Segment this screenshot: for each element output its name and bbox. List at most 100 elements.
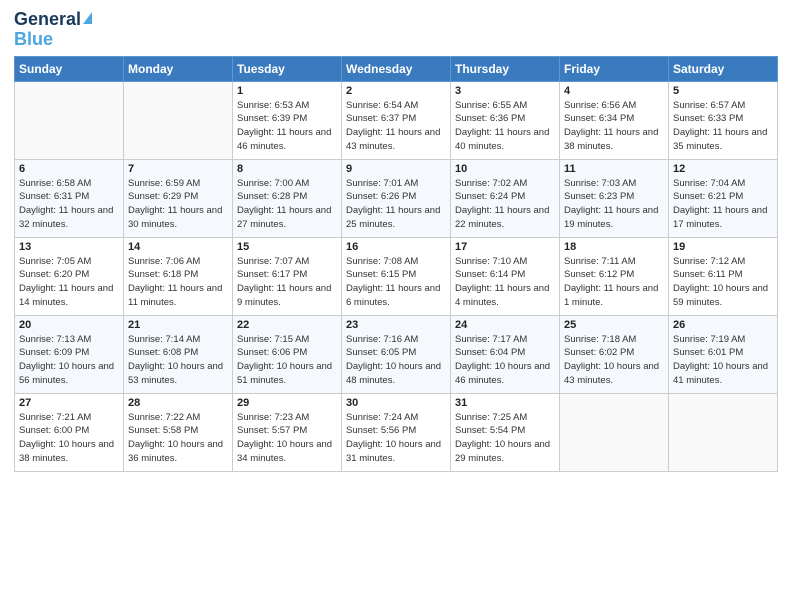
daylight-label: Daylight: 10 hours and 43 minutes. [564, 361, 659, 386]
sunset-label: Sunset: 6:20 PM [19, 269, 89, 280]
calendar-cell: 9 Sunrise: 7:01 AMSunset: 6:26 PMDaylight… [342, 159, 451, 237]
day-info: Sunrise: 7:18 AMSunset: 6:02 PMDaylight:… [564, 333, 664, 388]
sunrise-label: Sunrise: 7:08 AM [346, 256, 418, 267]
sunrise-label: Sunrise: 6:54 AM [346, 100, 418, 111]
day-info: Sunrise: 7:04 AM Sunset: 6:21 PM Daylight:… [673, 177, 773, 232]
sunrise-label: Sunrise: 7:11 AM [564, 256, 636, 267]
daylight-label: Daylight: 11 hours and 25 minutes. [346, 205, 440, 230]
day-number: 8 [237, 163, 337, 175]
logo-triangle-icon [83, 12, 92, 24]
weekday-header-cell: Monday [124, 56, 233, 81]
day-info: Sunrise: 7:10 AMSunset: 6:14 PMDaylight:… [455, 255, 555, 310]
weekday-header-cell: Thursday [451, 56, 560, 81]
daylight-label: Daylight: 10 hours and 36 minutes. [128, 439, 223, 464]
day-info: Sunrise: 7:24 AMSunset: 5:56 PMDaylight:… [346, 411, 446, 466]
calendar-week-row: 1 Sunrise: 6:53 AM Sunset: 6:39 PM Daylight… [15, 81, 778, 159]
sunset-label: Sunset: 5:58 PM [128, 425, 198, 436]
sunset-label: Sunset: 6:14 PM [455, 269, 525, 280]
daylight-label: Daylight: 11 hours and 22 minutes. [455, 205, 549, 230]
day-info: Sunrise: 7:07 AMSunset: 6:17 PMDaylight:… [237, 255, 337, 310]
daylight-label: Daylight: 11 hours and 1 minute. [564, 283, 658, 308]
day-info: Sunrise: 7:15 AMSunset: 6:06 PMDaylight:… [237, 333, 337, 388]
day-info: Sunrise: 7:12 AMSunset: 6:11 PMDaylight:… [673, 255, 773, 310]
calendar-cell: 28 Sunrise: 7:22 AMSunset: 5:58 PMDayligh… [124, 393, 233, 471]
sunset-label: Sunset: 5:54 PM [455, 425, 525, 436]
calendar-week-row: 20Sunrise: 7:13 AMSunset: 6:09 PMDayligh… [15, 315, 778, 393]
day-number: 6 [19, 163, 119, 175]
day-number: 25 [564, 319, 664, 331]
header: General Blue [14, 10, 778, 50]
sunset-label: Sunset: 6:21 PM [673, 191, 743, 202]
sunrise-label: Sunrise: 7:04 AM [673, 178, 745, 189]
calendar-cell: 3Sunrise: 6:55 AMSunset: 6:36 PMDaylight… [451, 81, 560, 159]
calendar-cell: 27 Sunrise: 7:21 AMSunset: 6:00 PMDayligh… [15, 393, 124, 471]
daylight-label: Daylight: 11 hours and 32 minutes. [19, 205, 113, 230]
sunrise-label: Sunrise: 6:53 AM [237, 100, 309, 111]
day-number: 19 [673, 241, 773, 253]
daylight-label: Daylight: 10 hours and 29 minutes. [455, 439, 550, 464]
day-number: 13 [19, 241, 119, 253]
day-number: 27 [19, 397, 119, 409]
day-number: 5 [673, 85, 773, 97]
sunset-label: Sunset: 6:00 PM [19, 425, 89, 436]
weekday-header-cell: Saturday [669, 56, 778, 81]
calendar-cell: 2Sunrise: 6:54 AMSunset: 6:37 PMDaylight… [342, 81, 451, 159]
daylight-label: Daylight: 10 hours and 41 minutes. [673, 361, 768, 386]
calendar-cell: 15 Sunrise: 7:07 AMSunset: 6:17 PMDayligh… [233, 237, 342, 315]
day-info: Sunrise: 7:16 AMSunset: 6:05 PMDaylight:… [346, 333, 446, 388]
sunset-label: Sunset: 6:33 PM [673, 113, 743, 124]
daylight-label: Daylight: 11 hours and 17 minutes. [673, 205, 767, 230]
logo-text-blue: Blue [14, 30, 53, 50]
sunset-label: Sunset: 6:37 PM [346, 113, 416, 124]
day-number: 31 [455, 397, 555, 409]
sunrise-label: Sunrise: 7:00 AM [237, 178, 309, 189]
sunrise-label: Sunrise: 7:05 AM [19, 256, 91, 267]
day-number: 30 [346, 397, 446, 409]
day-number: 28 [128, 397, 228, 409]
day-info: Sunrise: 7:23 AMSunset: 5:57 PMDaylight:… [237, 411, 337, 466]
day-info: Sunrise: 7:08 AMSunset: 6:15 PMDaylight:… [346, 255, 446, 310]
sunset-label: Sunset: 6:05 PM [346, 347, 416, 358]
sunset-label: Sunset: 6:39 PM [237, 113, 307, 124]
sunset-label: Sunset: 6:29 PM [128, 191, 198, 202]
daylight-label: Daylight: 10 hours and 56 minutes. [19, 361, 114, 386]
sunrise-label: Sunrise: 7:03 AM [564, 178, 636, 189]
weekday-header-row: SundayMondayTuesdayWednesdayThursdayFrid… [15, 56, 778, 81]
calendar-cell: 8 Sunrise: 7:00 AMSunset: 6:28 PMDaylight… [233, 159, 342, 237]
sunrise-label: Sunrise: 7:07 AM [237, 256, 309, 267]
daylight-label: Daylight: 11 hours and 46 minutes. [237, 127, 331, 152]
logo-text-general: General [14, 10, 81, 30]
sunset-label: Sunset: 6:09 PM [19, 347, 89, 358]
day-number: 1 [237, 85, 337, 97]
sunrise-label: Sunrise: 7:12 AM [673, 256, 745, 267]
daylight-label: Daylight: 10 hours and 34 minutes. [237, 439, 332, 464]
sunset-label: Sunset: 6:11 PM [673, 269, 743, 280]
sunrise-label: Sunrise: 6:58 AM [19, 178, 91, 189]
day-info: Sunrise: 7:22 AMSunset: 5:58 PMDaylight:… [128, 411, 228, 466]
day-number: 17 [455, 241, 555, 253]
weekday-header-cell: Wednesday [342, 56, 451, 81]
day-number: 3 [455, 85, 555, 97]
daylight-label: Daylight: 10 hours and 48 minutes. [346, 361, 441, 386]
sunset-label: Sunset: 6:18 PM [128, 269, 198, 280]
day-number: 15 [237, 241, 337, 253]
calendar-cell: 23Sunrise: 7:16 AMSunset: 6:05 PMDayligh… [342, 315, 451, 393]
daylight-label: Daylight: 11 hours and 38 minutes. [564, 127, 658, 152]
day-info: Sunrise: 7:21 AMSunset: 6:00 PMDaylight:… [19, 411, 119, 466]
calendar-week-row: 6Sunrise: 6:58 AMSunset: 6:31 PMDaylight… [15, 159, 778, 237]
calendar-cell: 10Sunrise: 7:02 AMSunset: 6:24 PMDayligh… [451, 159, 560, 237]
calendar-cell: 17 Sunrise: 7:10 AMSunset: 6:14 PMDayligh… [451, 237, 560, 315]
day-number: 9 [346, 163, 446, 175]
daylight-label: Daylight: 11 hours and 6 minutes. [346, 283, 440, 308]
calendar-cell [560, 393, 669, 471]
day-number: 18 [564, 241, 664, 253]
day-info: Sunrise: 7:01 AMSunset: 6:26 PMDaylight:… [346, 177, 446, 232]
sunset-label: Sunset: 5:57 PM [237, 425, 307, 436]
calendar-cell: 7Sunrise: 6:59 AMSunset: 6:29 PMDaylight… [124, 159, 233, 237]
day-info: Sunrise: 7:17 AMSunset: 6:04 PMDaylight:… [455, 333, 555, 388]
calendar-cell: 1 Sunrise: 6:53 AM Sunset: 6:39 PM Daylight… [233, 81, 342, 159]
calendar-cell [15, 81, 124, 159]
calendar-cell [124, 81, 233, 159]
calendar-cell: 16Sunrise: 7:08 AMSunset: 6:15 PMDayligh… [342, 237, 451, 315]
day-info: Sunrise: 7:00 AMSunset: 6:28 PMDaylight:… [237, 177, 337, 232]
